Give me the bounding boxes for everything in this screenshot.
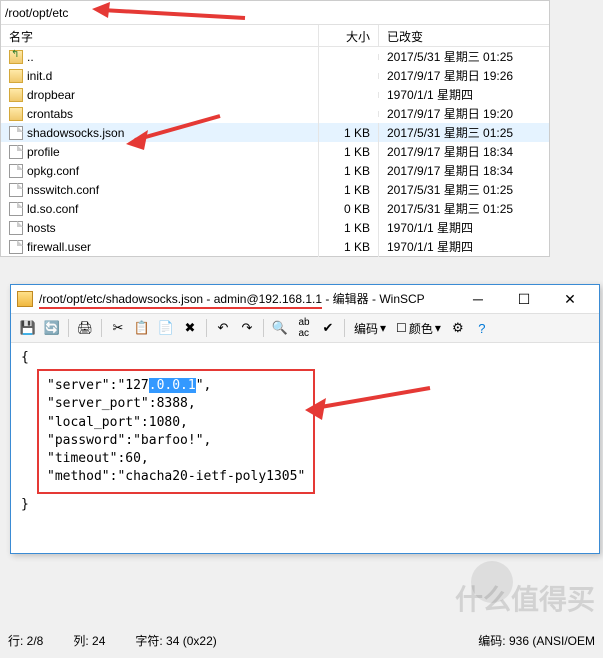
- close-button[interactable]: ✕: [547, 285, 593, 313]
- file-size: [319, 111, 379, 117]
- file-name: crontabs: [27, 107, 73, 121]
- cut-button[interactable]: ✂: [107, 317, 129, 339]
- col-header-size[interactable]: 大小: [319, 25, 379, 46]
- watermark-text: 什么值得买: [455, 578, 595, 618]
- window-title: /root/opt/etc/shadowsocks.json - admin@1…: [39, 290, 455, 309]
- editor-window: /root/opt/etc/shadowsocks.json - admin@1…: [10, 284, 600, 554]
- file-size: [319, 73, 379, 79]
- color-menu[interactable]: ☐ 颜色 ▾: [392, 320, 445, 337]
- folder-icon: [9, 107, 23, 121]
- editor-textarea[interactable]: { "server":"127.0.0.1", "server_port":83…: [11, 343, 599, 553]
- redo-button[interactable]: ↷: [236, 317, 258, 339]
- file-name: nsswitch.conf: [27, 183, 99, 197]
- code-line: "local_port":1080,: [47, 414, 305, 432]
- path-bar: [1, 1, 549, 25]
- file-name: profile: [27, 145, 60, 159]
- separator: [206, 319, 207, 337]
- file-icon: [9, 202, 23, 216]
- goto-button[interactable]: ✔: [317, 317, 339, 339]
- col-header-changed[interactable]: 已改变: [379, 25, 549, 46]
- file-name: firewall.user: [27, 240, 91, 254]
- code-line: "server_port":8388,: [47, 395, 305, 413]
- status-line: 行: 2/8: [8, 632, 43, 649]
- file-icon: [9, 164, 23, 178]
- maximize-button[interactable]: ☐: [501, 285, 547, 313]
- encoding-menu[interactable]: 编码 ▾: [350, 320, 390, 337]
- file-size: 1 KB: [319, 237, 379, 257]
- code-line: "timeout":60,: [47, 450, 305, 468]
- col-header-name[interactable]: 名字: [1, 25, 319, 46]
- file-size: 1 KB: [319, 142, 379, 162]
- file-date: 1970/1/1 星期四: [379, 235, 549, 258]
- copy-button[interactable]: 📋: [131, 317, 153, 339]
- path-input[interactable]: [5, 6, 545, 20]
- parent-folder-icon: [9, 50, 23, 64]
- folder-icon: [9, 69, 23, 83]
- file-icon: [9, 145, 23, 159]
- file-size: 1 KB: [319, 161, 379, 181]
- file-name: dropbear: [27, 88, 75, 102]
- file-size: 1 KB: [319, 218, 379, 238]
- window-controls: ─ ☐ ✕: [455, 285, 593, 313]
- app-icon: [17, 291, 33, 307]
- file-name: shadowsocks.json: [27, 126, 124, 140]
- reload-button[interactable]: 🔄: [41, 317, 63, 339]
- code-line: "server":"127.0.0.1",: [47, 377, 305, 395]
- file-icon: [9, 240, 23, 254]
- file-list: ..2017/5/31 星期三 01:25init.d2017/9/17 星期日…: [1, 47, 549, 256]
- file-size: 0 KB: [319, 199, 379, 219]
- folder-icon: [9, 88, 23, 102]
- file-name: init.d: [27, 69, 52, 83]
- status-col: 列: 24: [73, 632, 105, 649]
- annotation-box: "server":"127.0.0.1", "server_port":8388…: [37, 369, 315, 494]
- file-name: ld.so.conf: [27, 202, 78, 216]
- code-line: }: [21, 496, 589, 514]
- separator: [344, 319, 345, 337]
- table-row[interactable]: firewall.user 1 KB1970/1/1 星期四: [1, 237, 549, 256]
- code-line: "method":"chacha20-ietf-poly1305": [47, 468, 305, 486]
- separator: [68, 319, 69, 337]
- file-name: opkg.conf: [27, 164, 79, 178]
- replace-button[interactable]: abac: [293, 317, 315, 339]
- minimize-button[interactable]: ─: [455, 285, 501, 313]
- separator: [263, 319, 264, 337]
- file-icon: [9, 221, 23, 235]
- file-size: 1 KB: [319, 123, 379, 143]
- file-size: [319, 54, 379, 60]
- text-selection: .0.0.1: [149, 378, 196, 393]
- separator: [101, 319, 102, 337]
- code-line: {: [21, 349, 589, 367]
- list-header: 名字 大小 已改变: [1, 25, 549, 47]
- help-button[interactable]: ?: [471, 317, 493, 339]
- title-bar[interactable]: /root/opt/etc/shadowsocks.json - admin@1…: [11, 285, 599, 313]
- save-button[interactable]: 💾: [17, 317, 39, 339]
- settings-button[interactable]: ⚙: [447, 317, 469, 339]
- status-encoding: 编码: 936 (ANSI/OEM: [478, 632, 595, 649]
- file-size: 1 KB: [319, 180, 379, 200]
- paste-button[interactable]: 📄: [155, 317, 177, 339]
- find-button[interactable]: 🔍: [269, 317, 291, 339]
- file-size: [319, 92, 379, 98]
- code-line: "password":"barfoo!",: [47, 432, 305, 450]
- status-bar: 行: 2/8 列: 24 字符: 34 (0x22) 编码: 936 (ANSI…: [0, 629, 603, 652]
- file-name: ..: [27, 50, 34, 64]
- file-browser: 名字 大小 已改变 ..2017/5/31 星期三 01:25init.d201…: [0, 0, 550, 257]
- delete-button[interactable]: ✖: [179, 317, 201, 339]
- print-button[interactable]: 🖨: [74, 317, 96, 339]
- status-char: 字符: 34 (0x22): [135, 632, 216, 649]
- undo-button[interactable]: ↶: [212, 317, 234, 339]
- toolbar: 💾 🔄 🖨 ✂ 📋 📄 ✖ ↶ ↷ 🔍 abac ✔ 编码 ▾ ☐ 颜色 ▾ ⚙…: [11, 313, 599, 343]
- file-name: hosts: [27, 221, 56, 235]
- file-icon: [9, 126, 23, 140]
- file-icon: [9, 183, 23, 197]
